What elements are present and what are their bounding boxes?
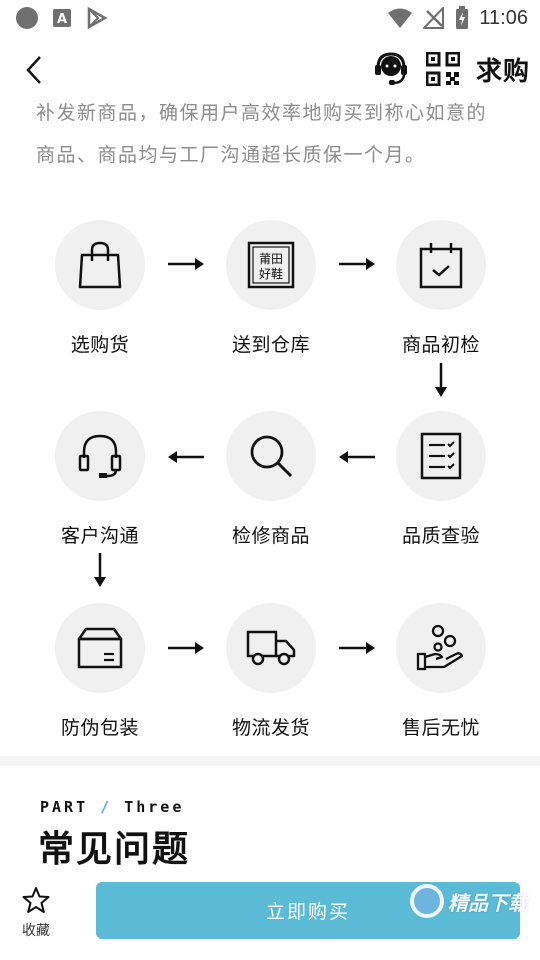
watermark-logo-icon xyxy=(410,884,444,918)
step-label: 物流发货 xyxy=(231,717,310,739)
svg-text:A: A xyxy=(57,12,67,27)
wanted-button[interactable]: 求购 xyxy=(476,51,530,88)
step-label: 防伪包装 xyxy=(60,717,139,739)
wifi-icon xyxy=(388,8,413,28)
favorite-button[interactable]: 收藏 xyxy=(12,886,60,940)
step-select-goods: 选购货 xyxy=(25,220,175,357)
status-left: A xyxy=(16,7,108,29)
stamp-text-bottom: 好鞋 xyxy=(259,266,283,281)
stamp-text-top: 莆田 xyxy=(259,252,283,266)
chevron-left-icon xyxy=(26,56,41,84)
favorite-label: 收藏 xyxy=(22,923,50,939)
shopping-bag-icon xyxy=(78,241,122,289)
step-quality-check: 品质查验 xyxy=(366,411,516,548)
part-label: PART / Three xyxy=(40,798,184,816)
package-box-icon xyxy=(77,627,123,669)
app-a-icon: A xyxy=(53,9,71,27)
step-label: 品质查验 xyxy=(401,525,480,547)
search-icon xyxy=(250,435,293,478)
calendar-check-icon xyxy=(419,243,463,289)
intro-line: 补发新商品，确保用户高效率地购买到称心如意的 xyxy=(36,102,488,124)
step-label: 客户沟通 xyxy=(60,525,139,547)
headset-icon xyxy=(78,434,122,478)
play-store-icon xyxy=(87,7,108,29)
step-label: 检修商品 xyxy=(231,525,310,547)
step-circle xyxy=(55,220,145,310)
step-circle xyxy=(226,603,316,693)
step-after-sales: 售后无忧 xyxy=(366,603,516,740)
part-name: Three xyxy=(124,798,185,816)
step-circle xyxy=(396,220,486,310)
status-bar: A 11:06 xyxy=(0,0,540,36)
part-prefix: PART xyxy=(40,798,89,816)
status-right: 11:06 xyxy=(387,6,528,30)
step-circle: 莆田 好鞋 xyxy=(226,220,316,310)
step-logistics-shipping: 物流发货 xyxy=(196,603,346,740)
step-circle xyxy=(226,411,316,501)
intro-line: 商品、商品均与工厂沟通超长质保一个月。 xyxy=(36,144,426,166)
delivery-truck-icon xyxy=(246,630,296,666)
section-divider xyxy=(0,756,540,766)
app-header: 求购 xyxy=(0,40,540,100)
qr-code-button[interactable] xyxy=(424,50,462,88)
step-circle xyxy=(396,603,486,693)
watermark-text: 精品下载 xyxy=(448,890,528,915)
step-label: 送到仓库 xyxy=(231,334,310,356)
header-actions: 求购 xyxy=(372,50,530,88)
section-title: 常见问题 xyxy=(38,829,191,870)
intro-text: 补发新商品，确保用户高效率地购买到称心如意的 商品、商品均与工厂沟通超长质保一个… xyxy=(36,92,516,176)
step-circle xyxy=(396,411,486,501)
step-label: 售后无忧 xyxy=(401,717,480,739)
back-button[interactable] xyxy=(16,50,52,90)
step-circle xyxy=(55,411,145,501)
customer-service-icon xyxy=(374,52,407,85)
step-initial-inspection: 商品初检 xyxy=(366,220,516,357)
step-to-warehouse: 莆田 好鞋 送到仓库 xyxy=(196,220,346,357)
step-circle xyxy=(55,603,145,693)
putian-shoes-stamp-icon: 莆田 好鞋 xyxy=(247,241,295,289)
arrow-down-icon xyxy=(435,363,447,397)
checklist-icon xyxy=(420,432,462,480)
arrow-down-icon xyxy=(94,553,106,587)
qr-code-icon xyxy=(425,52,460,86)
step-customer-communication: 客户沟通 xyxy=(25,411,175,548)
battery-charging-icon xyxy=(456,6,469,29)
star-icon xyxy=(22,887,50,913)
watermark: 精品下载 xyxy=(410,884,528,918)
step-repair: 检修商品 xyxy=(196,411,346,548)
part-slash: / xyxy=(100,798,113,816)
customer-service-button[interactable] xyxy=(372,50,410,88)
step-label: 选购货 xyxy=(70,334,130,356)
hand-care-icon xyxy=(416,624,464,671)
signal-off-icon xyxy=(423,7,445,29)
status-time: 11:06 xyxy=(479,6,528,29)
step-label: 商品初检 xyxy=(401,334,480,356)
notification-dot-icon xyxy=(16,7,38,29)
step-anti-counterfeit-packaging: 防伪包装 xyxy=(25,603,175,740)
